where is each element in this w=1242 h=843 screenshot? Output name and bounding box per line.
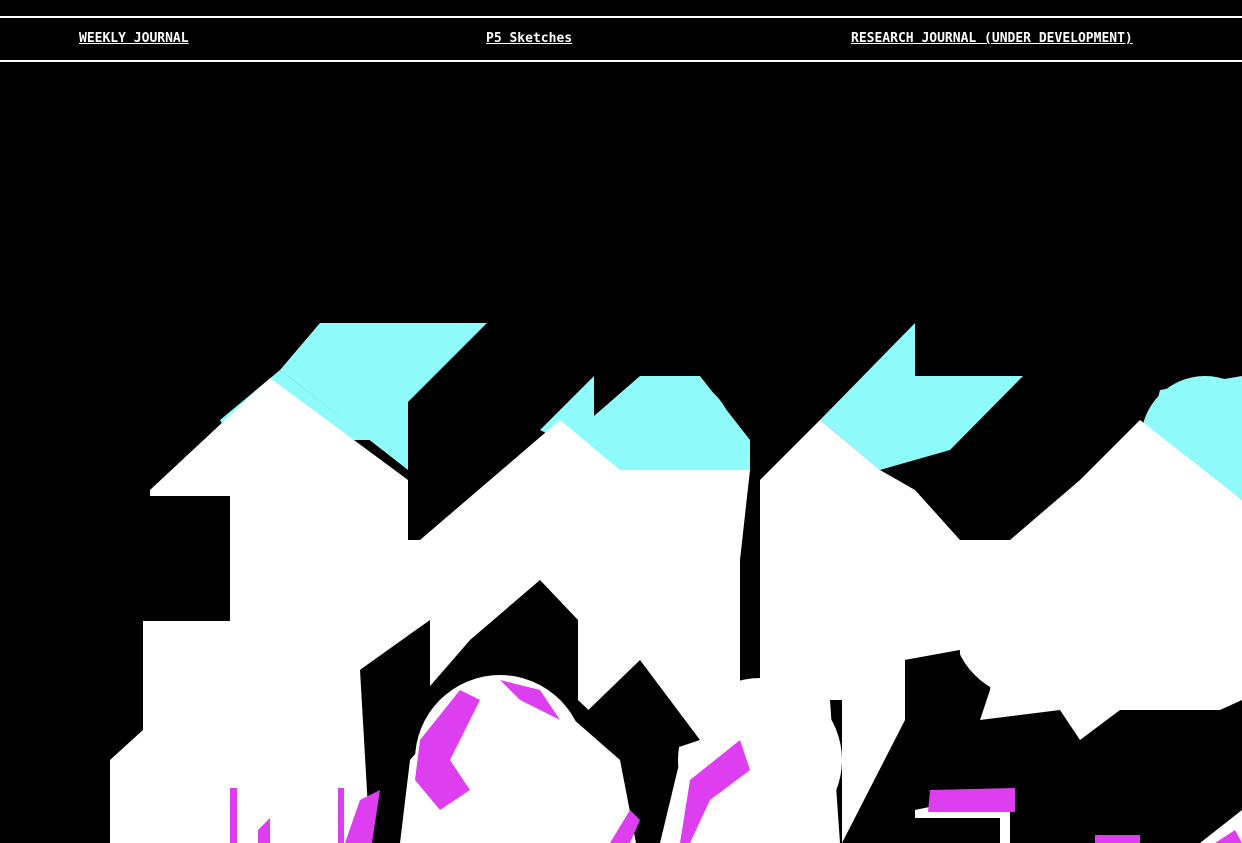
hero-glitch-artwork: [110, 323, 1242, 843]
top-navigation-bar: WEEKLY JOURNAL P5 Sketches RESEARCH JOUR…: [0, 16, 1242, 62]
nav-link-weekly-journal[interactable]: WEEKLY JOURNAL: [79, 31, 189, 46]
nav-link-research-journal[interactable]: RESEARCH JOURNAL (UNDER DEVELOPMENT): [851, 31, 1133, 46]
nav-link-p5-sketches[interactable]: P5 Sketches: [486, 31, 572, 46]
